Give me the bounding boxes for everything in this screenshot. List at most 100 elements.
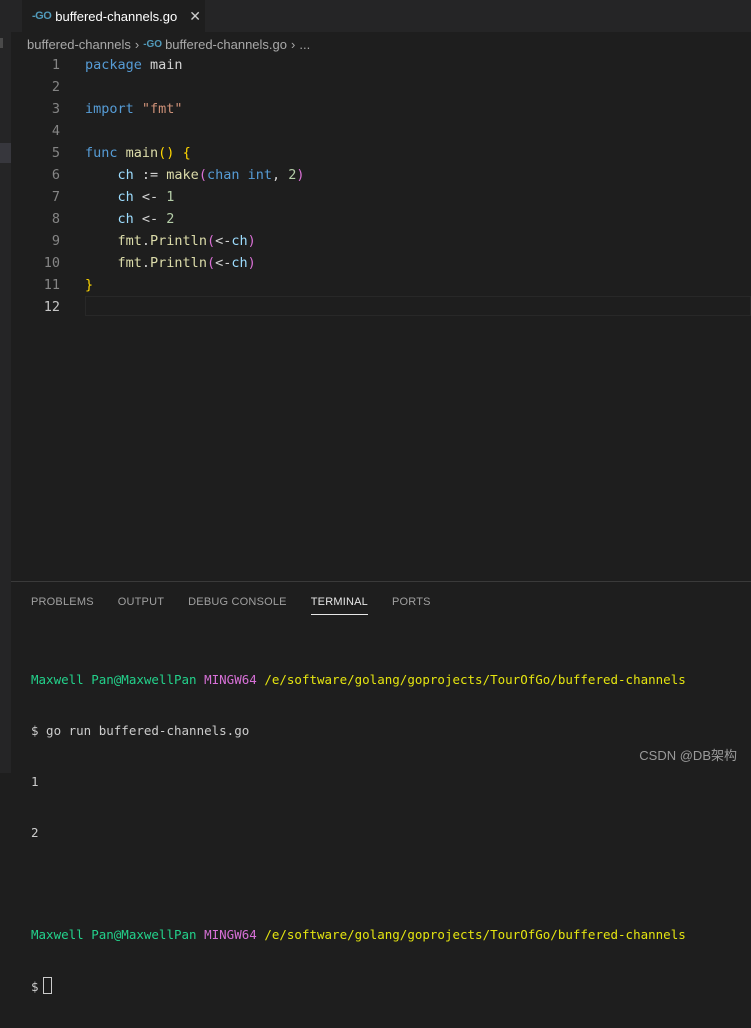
terminal-output-line: 1 <box>31 774 39 789</box>
tab-output[interactable]: OUTPUT <box>118 594 164 616</box>
panel-tabs: PROBLEMS OUTPUT DEBUG CONSOLE TERMINAL PORTS <box>31 594 455 616</box>
code-token: make <box>166 167 199 183</box>
line-number: 1 <box>51 57 60 73</box>
code-token: ch <box>117 167 134 183</box>
code-token: () <box>158 145 175 161</box>
code-token: <- <box>133 189 167 205</box>
code-token: 1 <box>166 189 175 205</box>
code-text: package main <box>85 54 183 76</box>
code-token: ( <box>206 255 216 271</box>
code-token: ch <box>231 233 248 249</box>
tab-ports[interactable]: PORTS <box>392 594 431 616</box>
terminal-command: $ go run buffered-channels.go <box>31 723 250 738</box>
line-number: 12 <box>43 299 60 315</box>
code-token: 2 <box>166 211 175 227</box>
code-token: int <box>247 167 272 183</box>
breadcrumb: buffered-channels › -GO buffered-channel… <box>27 34 310 54</box>
code-text: ch <- 1 <box>85 186 175 208</box>
code-line[interactable]: 8 ch <- 2 <box>11 208 751 230</box>
code-token: func <box>85 145 118 161</box>
line-number: 2 <box>51 79 60 95</box>
code-line[interactable]: 4 <box>11 120 751 142</box>
code-text: ch := make(chan int, 2) <box>85 164 305 186</box>
code-token: ( <box>198 167 207 183</box>
code-token: "fmt" <box>141 101 183 117</box>
tab-buffered-channels-go[interactable]: -GO buffered-channels.go ✕ <box>22 0 205 32</box>
code-token: <- <box>215 255 232 271</box>
code-token: chan <box>206 167 240 183</box>
code-line[interactable]: 3 import "fmt" <box>11 98 751 120</box>
code-editor[interactable]: 1 package main 2 3 import "fmt" 4 5 func main()… <box>11 54 751 580</box>
tab-problems[interactable]: PROBLEMS <box>31 594 94 616</box>
terminal-output[interactable]: Maxwell Pan@MaxwellPan MINGW64 /e/softwa… <box>31 637 686 1028</box>
terminal-prompt-line: Maxwell Pan@MaxwellPan MINGW64 /e/softwa… <box>31 671 686 688</box>
code-token: fmt <box>117 255 142 271</box>
code-text: fmt.Println(<-ch) <box>85 230 256 252</box>
code-line[interactable]: 10 fmt.Println(<-ch) <box>11 252 751 274</box>
code-token: <- <box>215 233 232 249</box>
code-token: , <box>272 167 289 183</box>
line-number: 8 <box>51 211 60 227</box>
go-icon: -GO <box>32 10 52 22</box>
code-token: ( <box>206 233 216 249</box>
code-token: ch <box>117 211 134 227</box>
code-token: ch <box>117 189 134 205</box>
code-token: Println <box>150 233 207 249</box>
code-token: fmt <box>117 233 142 249</box>
code-line[interactable]: 11} <box>11 274 751 296</box>
code-token: . <box>141 255 151 271</box>
code-text: fmt.Println(<-ch) <box>85 252 256 274</box>
line-number: 10 <box>43 255 60 271</box>
code-token: . <box>141 233 151 249</box>
code-line[interactable]: 7 ch <- 1 <box>11 186 751 208</box>
terminal-user: Maxwell Pan@MaxwellPan <box>31 927 197 942</box>
code-token: ) <box>247 255 256 271</box>
close-icon[interactable]: ✕ <box>189 8 201 25</box>
watermark: CSDN @DB架构 <box>639 748 737 763</box>
code-line[interactable]: 12 <box>11 296 751 318</box>
activity-bar-strip <box>0 0 11 773</box>
code-token: := <box>133 167 167 183</box>
code-token: ) <box>247 233 256 249</box>
code-token: ) <box>296 167 305 183</box>
breadcrumb-folder[interactable]: buffered-channels <box>27 37 131 52</box>
code-text: import "fmt" <box>85 98 183 120</box>
breadcrumb-file[interactable]: buffered-channels.go <box>165 37 287 52</box>
code-text: func main() { <box>85 142 191 164</box>
terminal-user: Maxwell Pan@MaxwellPan <box>31 672 197 687</box>
breadcrumb-more[interactable]: ... <box>299 37 310 52</box>
code-token: Println <box>150 255 207 271</box>
go-icon: -GO <box>143 38 163 50</box>
code-line[interactable]: 1 package main <box>11 54 751 76</box>
tab-debug-console[interactable]: DEBUG CONSOLE <box>188 594 287 616</box>
terminal-input-line[interactable]: $ <box>31 977 686 994</box>
terminal-cursor <box>42 977 52 994</box>
chevron-right-icon: › <box>291 36 296 52</box>
terminal-shell: MINGW64 <box>204 927 257 942</box>
code-token: } <box>85 277 94 293</box>
code-line[interactable]: 9 fmt.Println(<-ch) <box>11 230 751 252</box>
tab-terminal[interactable]: TERMINAL <box>310 594 369 616</box>
code-token: import <box>85 101 134 117</box>
code-token: ch <box>231 255 248 271</box>
code-line[interactable]: 6 ch := make(chan int, 2) <box>11 164 751 186</box>
code-line[interactable]: 2 <box>11 76 751 98</box>
terminal-shell: MINGW64 <box>204 672 257 687</box>
code-line[interactable]: 5 func main() { <box>11 142 751 164</box>
code-token: package <box>85 57 142 73</box>
code-token: { <box>182 145 191 161</box>
terminal-prompt-line: Maxwell Pan@MaxwellPan MINGW64 /e/softwa… <box>31 926 686 943</box>
line-number: 7 <box>51 189 60 205</box>
code-text: } <box>85 274 93 296</box>
line-number: 11 <box>43 277 60 293</box>
line-number: 4 <box>51 123 60 139</box>
terminal-path: /e/software/golang/goprojects/TourOfGo/b… <box>264 927 686 942</box>
